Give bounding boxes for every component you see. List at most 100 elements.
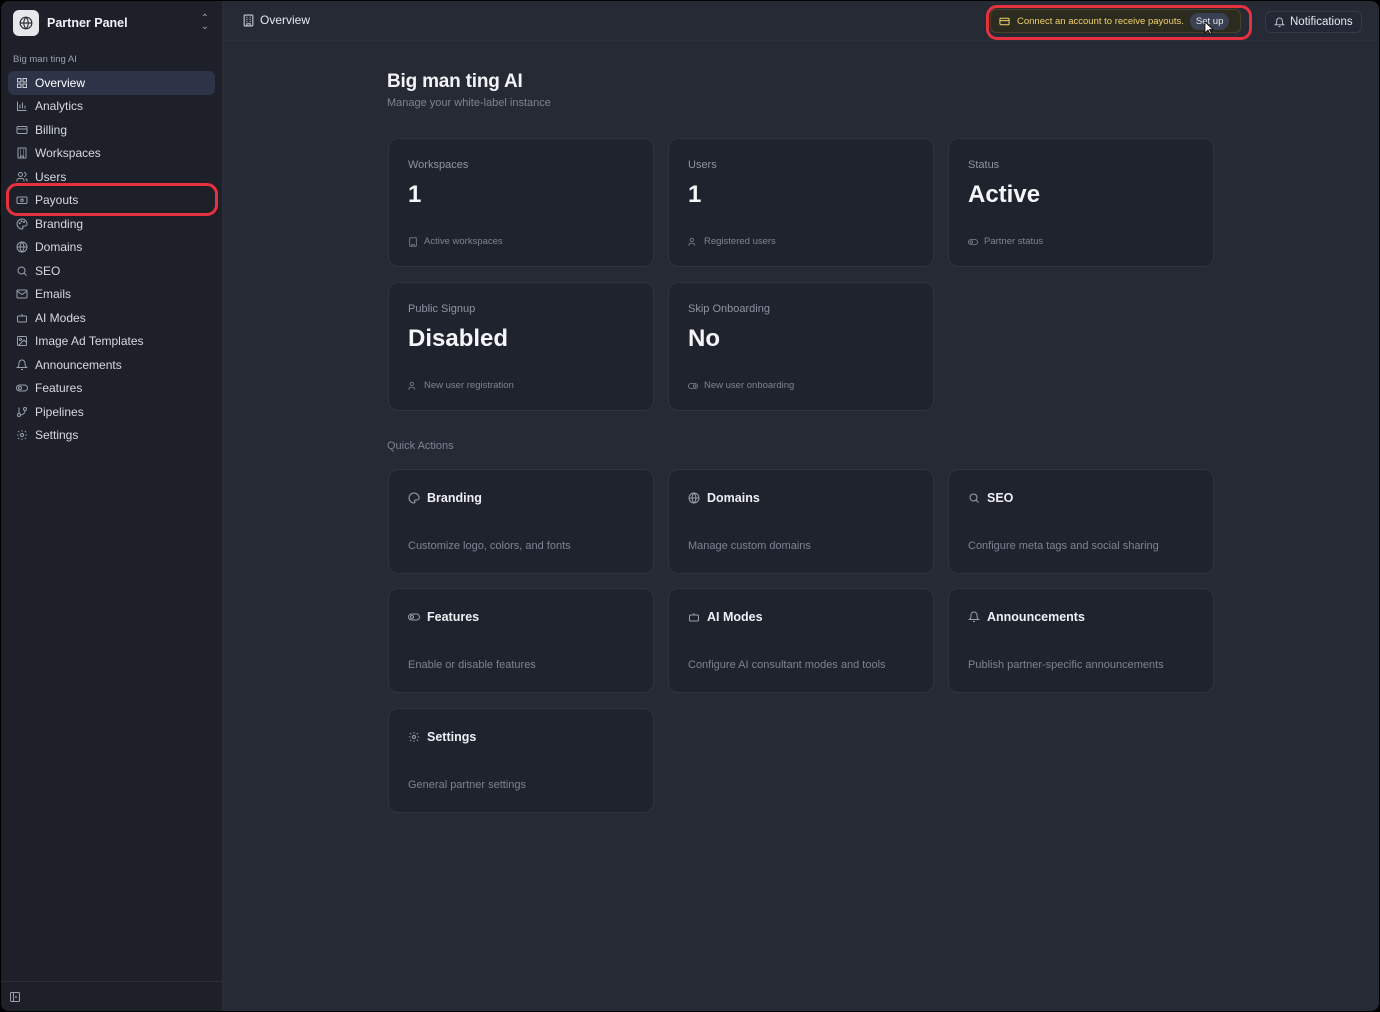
building-icon [243, 14, 254, 26]
quick-action-title: Features [408, 610, 479, 624]
sidebar-item-label: AI Modes [35, 310, 86, 325]
sidebar-item-label: Branding [35, 216, 84, 231]
quick-action-desc: Configure AI consultant modes and tools [688, 659, 886, 671]
mouse-cursor-icon [1204, 21, 1214, 35]
quick-action-title: Announcements [968, 610, 1085, 624]
payout-banner-text: Connect an account to receive payouts. [1017, 15, 1184, 27]
sidebar-item-label: Image Ad Templates [35, 334, 144, 349]
stat-card-skip-onboarding: Skip Onboarding No New user onboarding [668, 282, 934, 411]
notifications-button[interactable]: Notifications [1265, 11, 1362, 33]
toggle-icon [688, 382, 698, 389]
sidebar-item-label: Billing [35, 122, 68, 137]
sidebar-item-label: Pipelines [35, 404, 84, 419]
sidebar-item-pipelines[interactable]: Pipelines [8, 400, 215, 424]
sidebar-item-label: Analytics [35, 99, 84, 114]
palette-icon [408, 492, 420, 504]
stat-value: Disabled [408, 325, 509, 352]
brand-name: Partner Panel [47, 16, 128, 30]
org-label: Big man ting AI [13, 54, 77, 65]
stat-card-users: Users 1 Registered users [668, 138, 934, 267]
quick-action-title: Branding [408, 491, 482, 505]
sidebar-item-features[interactable]: Features [8, 377, 215, 401]
sidebar-item-image-ad-templates[interactable]: Image Ad Templates [8, 330, 215, 354]
users-icon [408, 381, 416, 390]
partner-switcher[interactable]: Partner Panel ⌃ ⌄ [11, 8, 215, 38]
app-window: Partner Panel ⌃ ⌄ Big man ting AI Overvie… [1, 1, 1379, 1011]
sidebar-item-payouts[interactable]: Payouts [8, 189, 215, 213]
sidebar-item-settings[interactable]: Settings [8, 424, 215, 448]
sidebar-item-seo[interactable]: SEO [8, 259, 215, 283]
quick-action-settings[interactable]: Settings General partner settings [388, 708, 654, 813]
bell-icon [968, 611, 980, 622]
building-icon [409, 236, 417, 247]
sidebar-item-label: Emails [35, 287, 72, 302]
sidebar-item-label: Users [35, 169, 67, 184]
sidebar-item-label: SEO [35, 263, 61, 278]
quick-action-title: AI Modes [688, 610, 763, 624]
sidebar-item-branding[interactable]: Branding [8, 212, 215, 236]
quick-action-ai-modes[interactable]: AI Modes Configure AI consultant modes a… [668, 588, 934, 693]
stat-foot: Active workspaces [408, 236, 503, 247]
stat-value: No [688, 325, 720, 352]
quick-action-seo[interactable]: SEO Configure meta tags and social shari… [948, 469, 1214, 574]
quick-action-title-text: Announcements [987, 610, 1085, 624]
breadcrumb: Overview [242, 13, 310, 27]
quick-action-desc: Enable or disable features [408, 659, 536, 671]
stat-foot-text: New user onboarding [704, 380, 795, 391]
chevrons-up-down-icon: ⌃ ⌄ [200, 13, 209, 32]
stat-foot-text: Registered users [704, 236, 776, 247]
stat-card-status: Status Active Partner status [948, 138, 1214, 267]
bot-icon [17, 313, 27, 323]
stat-value: 1 [688, 181, 702, 208]
sidebar-item-workspaces[interactable]: Workspaces [8, 142, 215, 166]
stat-card-public-signup: Public Signup Disabled New user registra… [388, 282, 654, 411]
image-icon [17, 336, 27, 347]
stat-value: 1 [408, 181, 422, 208]
quick-action-desc: Customize logo, colors, and fonts [408, 540, 571, 552]
stat-label: Public Signup [408, 303, 476, 315]
quick-action-branding[interactable]: Branding Customize logo, colors, and fon… [388, 469, 654, 574]
quick-action-desc: Manage custom domains [688, 540, 811, 552]
search-icon [17, 266, 27, 276]
toggle-icon [16, 384, 28, 392]
sidebar: Partner Panel ⌃ ⌄ Big man ting AI Overvie… [1, 1, 223, 1011]
quick-action-features[interactable]: Features Enable or disable features [388, 588, 654, 693]
sidebar-item-emails[interactable]: Emails [8, 283, 215, 307]
quick-action-title: SEO [968, 491, 1013, 505]
sidebar-item-label: Payouts [35, 193, 79, 208]
stat-label: Users [688, 159, 717, 171]
stat-foot: Registered users [688, 236, 776, 247]
quick-action-desc: Configure meta tags and social sharing [968, 540, 1159, 552]
sidebar-item-announcements[interactable]: Announcements [8, 353, 215, 377]
stat-foot-text: Active workspaces [424, 236, 503, 247]
sidebar-collapse-icon[interactable] [9, 991, 21, 1003]
breadcrumb-current: Overview [260, 13, 311, 27]
toggle-icon [408, 613, 420, 621]
quick-action-domains[interactable]: Domains Manage custom domains [668, 469, 934, 574]
quick-actions-heading: Quick Actions [387, 440, 454, 452]
sidebar-nav: Overview Analytics Billing Workspaces Us… [8, 71, 215, 447]
quick-action-title-text: Features [427, 610, 480, 624]
palette-icon [16, 218, 28, 230]
wallet-icon [16, 196, 28, 205]
sidebar-item-ai-modes[interactable]: AI Modes [8, 306, 215, 330]
bell-icon [1274, 17, 1285, 27]
sidebar-item-domains[interactable]: Domains [8, 236, 215, 260]
sidebar-item-billing[interactable]: Billing [8, 118, 215, 142]
search-icon [969, 493, 979, 503]
quick-action-announcements[interactable]: Announcements Publish partner-specific a… [948, 588, 1214, 693]
building-icon [17, 147, 27, 159]
sidebar-item-analytics[interactable]: Analytics [8, 95, 215, 119]
stat-label: Status [968, 159, 1000, 171]
quick-action-title: Settings [408, 730, 476, 744]
quick-action-desc: General partner settings [408, 779, 527, 791]
page-title: Big man ting AI [387, 71, 523, 92]
sidebar-item-users[interactable]: Users [8, 165, 215, 189]
stat-foot: New user registration [408, 380, 514, 391]
bot-icon [689, 613, 699, 622]
sidebar-item-label: Domains [35, 240, 83, 255]
sidebar-item-overview[interactable]: Overview [8, 71, 215, 95]
credit-card-icon [16, 125, 28, 134]
sidebar-item-label: Features [35, 381, 83, 396]
users-icon [16, 171, 28, 182]
